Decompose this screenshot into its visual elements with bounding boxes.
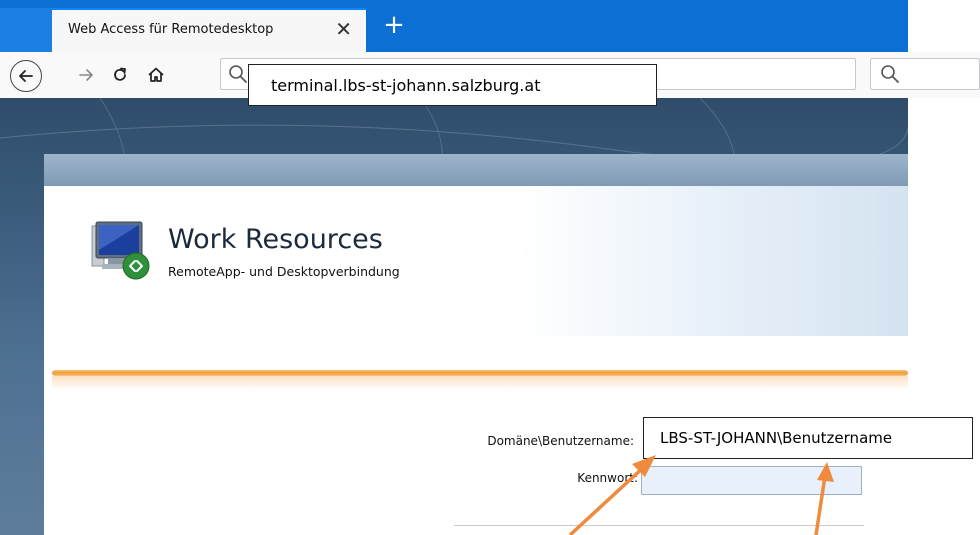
username-input[interactable]: LBS-ST-JOHANN\Benutzername (643, 417, 973, 459)
search-icon (229, 65, 247, 83)
page-right-edge (908, 98, 980, 535)
panel-top-bar (44, 154, 908, 186)
tab-title: Web Access für Remotedesktop (68, 22, 274, 37)
search-icon (881, 65, 899, 83)
close-tab-icon[interactable]: ✕ (335, 18, 352, 40)
active-tab[interactable]: Web Access für Remotedesktop ✕ (52, 8, 366, 52)
reload-icon (114, 67, 126, 81)
page-title: Work Resources (168, 224, 383, 255)
search-bar[interactable] (870, 58, 980, 90)
forward-button[interactable] (70, 59, 102, 91)
page-subtitle: RemoteApp- und Desktopverbindung (168, 264, 400, 279)
url-callout: terminal.lbs-st-johann.salzburg.at (248, 64, 657, 106)
rdweb-panel: Work Resources RemoteApp- und Desktopver… (44, 154, 908, 535)
tab-strip: Web Access für Remotedesktop ✕ + (0, 0, 908, 52)
form-separator (454, 525, 864, 526)
username-label: Domäne\Benutzername: (487, 434, 634, 448)
remote-desktop-icon (91, 221, 150, 280)
previous-tab[interactable] (0, 8, 52, 52)
back-icon (19, 70, 33, 82)
home-icon (148, 67, 164, 82)
new-tab-button[interactable]: + (378, 10, 410, 42)
password-input[interactable] (641, 466, 862, 495)
forward-icon (79, 69, 93, 81)
password-label: Kennwort: (577, 471, 638, 485)
reload-button[interactable] (104, 59, 136, 91)
home-button[interactable] (140, 59, 172, 91)
accent-divider-glow (52, 376, 908, 390)
back-button[interactable] (10, 60, 42, 92)
tab-strip-edge (908, 0, 980, 52)
panel-header (44, 186, 908, 336)
